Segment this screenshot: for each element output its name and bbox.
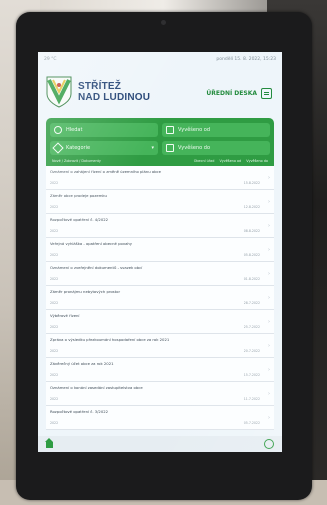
list-tabs: Nové / Zobrazit / Dokumenty Obecní úřad … [50, 159, 270, 163]
document-title: Záměr pronájmu nebytových prostor [50, 289, 121, 294]
document-title: Oznámení o zveřejnění dokumentů - svazek… [50, 265, 143, 270]
document-title: Oznámení o konání zasedání zastupitelstv… [50, 385, 143, 390]
document-meta: 2022 [50, 397, 59, 401]
municipality-name-line2: NAD LUDINOU [78, 92, 151, 103]
kiosk-screen: 29 °C pondělí 15. 8. 2022, 15:23 STŘÍTEŽ… [38, 52, 282, 452]
document-meta: 2022 [50, 421, 59, 425]
sort-link[interactable]: Obecní úřad [194, 159, 215, 163]
search-placeholder: Hledat [66, 127, 83, 133]
published-from-field[interactable]: Vyvěšeno od [162, 123, 270, 137]
filter-panel: Hledat Vyvěšeno od Kategorie ▾ Vyvěšeno … [46, 118, 274, 166]
document-title: Výběrové řízení [50, 313, 80, 318]
chevron-down-icon: ▾ [151, 145, 154, 151]
list-item[interactable]: Výběrové řízení 2022 25.7.2022 › [46, 310, 274, 334]
list-item[interactable]: Rozpočtové opatření č. 3/2022 2022 05.7.… [46, 406, 274, 430]
document-date: 01.8.2022 [243, 277, 260, 281]
list-item[interactable]: Rozpočtové opatření č. 4/2022 2022 08.8.… [46, 214, 274, 238]
chevron-right-icon: › [268, 199, 270, 205]
list-item[interactable]: Závěrečný účet obce za rok 2021 2022 15.… [46, 358, 274, 382]
chevron-right-icon: › [268, 295, 270, 301]
document-title: Zpráva o výsledku přezkoumání hospodařen… [50, 337, 170, 342]
home-icon[interactable] [45, 438, 53, 448]
chevron-right-icon: › [268, 391, 270, 397]
sort-link[interactable]: Vyvěšeno od [219, 159, 241, 163]
document-meta: 2022 [50, 205, 59, 209]
list-item[interactable]: Záměr pronájmu nebytových prostor 2022 2… [46, 286, 274, 310]
category-label: Kategorie [66, 145, 91, 151]
temperature-readout: 29 °C [44, 56, 57, 62]
tab-current[interactable]: Nové / Zobrazit / Dokumenty [52, 159, 101, 163]
chevron-right-icon: › [268, 223, 270, 229]
list-item[interactable]: Oznámení o zahájení řízení o změně územn… [46, 166, 274, 190]
notice-board-icon [261, 88, 272, 99]
document-date: 25.7.2022 [243, 325, 260, 329]
document-meta: 2022 [50, 325, 59, 329]
document-date: 05.7.2022 [243, 421, 260, 425]
camera-icon [161, 20, 166, 25]
chevron-right-icon: › [268, 343, 270, 349]
document-date: 08.8.2022 [243, 229, 260, 233]
chevron-right-icon: › [268, 271, 270, 277]
list-item[interactable]: Záměr obce prodeje pozemku 2022 12.8.202… [46, 190, 274, 214]
list-item[interactable]: Oznámení o zveřejnění dokumentů - svazek… [46, 262, 274, 286]
category-select[interactable]: Kategorie ▾ [50, 141, 158, 155]
document-date: 28.7.2022 [243, 301, 260, 305]
chevron-right-icon: › [268, 415, 270, 421]
document-title: Rozpočtové opatření č. 4/2022 [50, 217, 109, 222]
calendar-icon [166, 144, 174, 152]
datetime-readout: pondělí 15. 8. 2022, 15:23 [216, 56, 276, 62]
chevron-right-icon: › [268, 175, 270, 181]
document-date: 15.8.2022 [243, 181, 260, 185]
chevron-right-icon: › [268, 247, 270, 253]
tag-icon [52, 142, 64, 154]
bottom-bar [38, 436, 282, 452]
official-board-button[interactable]: ÚŘEDNÍ DESKA [206, 88, 272, 99]
document-title: Rozpočtové opatření č. 3/2022 [50, 409, 109, 414]
document-date: 20.7.2022 [243, 349, 260, 353]
list-item[interactable]: Zpráva o výsledku přezkoumání hospodařen… [46, 334, 274, 358]
search-icon [54, 126, 62, 134]
sort-link[interactable]: Vyvěšeno do [246, 159, 268, 163]
document-meta: 2022 [50, 277, 59, 281]
accessibility-icon[interactable] [264, 439, 274, 449]
document-date: 05.8.2022 [243, 253, 260, 257]
official-board-label: ÚŘEDNÍ DESKA [206, 90, 257, 97]
document-title: Oznámení o zahájení řízení o změně územn… [50, 169, 161, 174]
calendar-icon [166, 126, 174, 134]
header: STŘÍTEŽ NAD LUDINOU ÚŘEDNÍ DESKA [38, 66, 282, 118]
search-input[interactable]: Hledat [50, 123, 158, 137]
document-date: 12.8.2022 [243, 205, 260, 209]
status-bar: 29 °C pondělí 15. 8. 2022, 15:23 [38, 52, 282, 66]
municipal-crest-icon [46, 76, 72, 108]
published-to-field[interactable]: Vyvěšeno do [162, 141, 270, 155]
document-title: Veřejná vyhláška - opatření obecné povah… [50, 241, 133, 246]
document-date: 11.7.2022 [243, 397, 260, 401]
list-item[interactable]: Veřejná vyhláška - opatření obecné povah… [46, 238, 274, 262]
document-meta: 2022 [50, 229, 59, 233]
document-list: Oznámení o zahájení řízení o změně územn… [46, 166, 274, 430]
document-meta: 2022 [50, 301, 59, 305]
list-item[interactable]: Oznámení o konání zasedání zastupitelstv… [46, 382, 274, 406]
document-title: Závěrečný účet obce za rok 2021 [50, 361, 114, 366]
published-to-label: Vyvěšeno do [178, 145, 211, 151]
document-title: Záměr obce prodeje pozemku [50, 193, 107, 198]
chevron-right-icon: › [268, 319, 270, 325]
document-date: 15.7.2022 [243, 373, 260, 377]
chevron-right-icon: › [268, 367, 270, 373]
document-meta: 2022 [50, 349, 59, 353]
municipality-name-line1: STŘÍTEŽ [78, 81, 122, 92]
published-from-label: Vyvěšeno od [178, 127, 211, 133]
document-meta: 2022 [50, 181, 59, 185]
document-meta: 2022 [50, 373, 59, 377]
document-meta: 2022 [50, 253, 59, 257]
municipality-name: STŘÍTEŽ NAD LUDINOU [78, 81, 150, 103]
